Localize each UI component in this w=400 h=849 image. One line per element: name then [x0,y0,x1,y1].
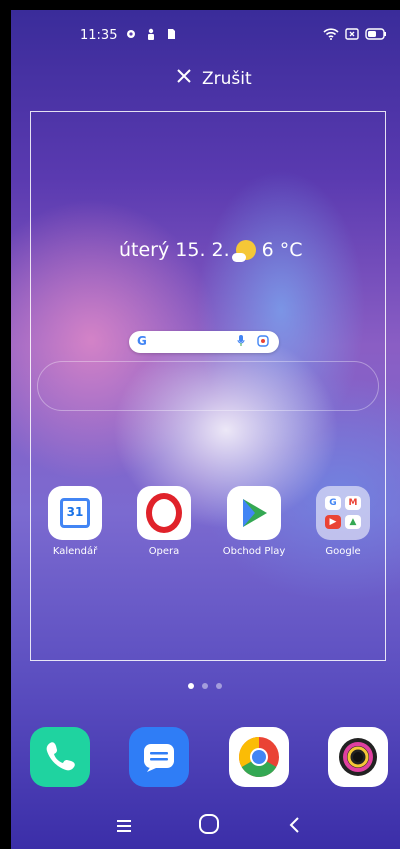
app-label: Kalendář [52,546,98,557]
menu-icon [117,820,131,832]
app-label: Opera [148,546,180,557]
page-indicator [188,683,222,689]
sun-cloud-icon [231,240,256,262]
app-calendar[interactable]: 31 Kalendář [40,486,110,557]
sim-icon [165,28,177,44]
google-logo-icon: G [137,334,147,348]
lens-icon[interactable] [257,335,269,350]
battery-icon [365,28,387,44]
dock-chrome[interactable] [229,727,289,787]
status-time: 11:35 [80,28,118,43]
cancel-label: Zrušit [202,68,252,89]
calendar-day: 31 [60,498,90,528]
page-dot [216,683,222,689]
temperature-text: 6 °C [261,239,303,261]
nav-home-button[interactable] [198,813,220,840]
google-search-bar[interactable]: G [129,331,279,353]
nav-menu-button[interactable] [115,815,133,839]
home-icon [199,814,219,834]
app-opera[interactable]: Opera [129,486,199,557]
dock-messages[interactable] [129,727,189,787]
status-left-icons [125,28,177,44]
mic-icon[interactable] [237,335,245,350]
app-label: Obchod Play [222,546,286,557]
page-dot [202,683,208,689]
messages-icon [144,744,174,772]
widget-placeholder[interactable] [37,361,379,411]
camera-icon [339,738,377,776]
date-text: úterý 15. 2. [119,239,230,261]
dock-phone[interactable] [30,727,90,787]
calendar-icon: 31 [48,486,102,540]
google-folder-icon: G M ▶ ▲ [316,486,370,540]
status-right-icons [323,28,387,44]
nav-back-button[interactable] [288,815,302,839]
status-bar: 11:35 [11,28,400,48]
app-play-store[interactable]: Obchod Play [219,486,289,557]
cancel-button[interactable]: Zrušit [176,68,252,89]
app-label: Google [325,546,361,557]
date-weather-widget[interactable]: úterý 15. 2. 6 °C [119,239,303,262]
play-store-icon [227,486,281,540]
page-dot-active [188,683,194,689]
close-icon [176,68,192,89]
home-screen: 11:35 Zrušit úterý 15. 2. 6 °C G 31 Kale… [11,10,400,849]
phone-icon [46,742,75,771]
gear-icon [125,28,137,44]
opera-icon [137,486,191,540]
chrome-icon [239,737,279,777]
wifi-icon [323,28,339,44]
dock-camera[interactable] [328,727,388,787]
nosim-icon [345,28,359,44]
back-icon [289,817,299,833]
person-icon [145,28,157,44]
app-google-folder[interactable]: G M ▶ ▲ Google [308,486,378,557]
